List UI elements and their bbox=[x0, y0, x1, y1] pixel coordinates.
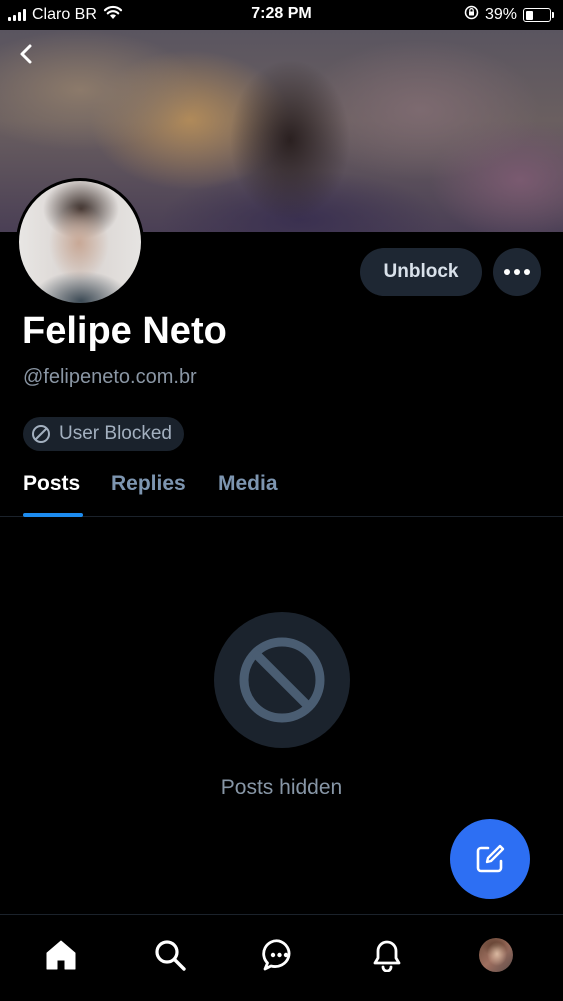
compose-icon bbox=[476, 844, 505, 873]
bottom-navigation bbox=[0, 914, 563, 1001]
tab-media[interactable]: Media bbox=[218, 472, 278, 496]
display-name: Felipe Neto bbox=[22, 310, 227, 352]
status-right: 39% bbox=[464, 5, 554, 25]
tab-replies[interactable]: Replies bbox=[111, 472, 186, 496]
profile-avatar[interactable] bbox=[16, 178, 144, 306]
nav-home[interactable] bbox=[41, 935, 81, 975]
chat-icon bbox=[262, 939, 291, 971]
nav-profile[interactable] bbox=[476, 935, 516, 975]
user-blocked-badge: User Blocked bbox=[23, 417, 184, 451]
search-icon bbox=[155, 940, 186, 971]
posts-hidden-icon-container bbox=[214, 612, 350, 748]
block-icon bbox=[239, 637, 325, 723]
unblock-button[interactable]: Unblock bbox=[360, 248, 482, 296]
battery-icon bbox=[523, 8, 554, 22]
home-icon bbox=[46, 940, 76, 970]
chevron-left-icon bbox=[20, 44, 32, 64]
ellipsis-icon bbox=[504, 269, 530, 275]
blocked-badge-label: User Blocked bbox=[59, 423, 172, 444]
back-button[interactable] bbox=[10, 38, 42, 70]
nav-chat[interactable] bbox=[259, 935, 299, 975]
battery-fill bbox=[525, 10, 534, 20]
compose-button[interactable] bbox=[450, 819, 530, 899]
profile-tabs: Posts Replies Media bbox=[0, 466, 563, 517]
profile-avatar bbox=[479, 938, 513, 972]
battery-percent: 39% bbox=[484, 6, 517, 23]
posts-hidden-text: Posts hidden bbox=[220, 776, 343, 799]
status-bar: Claro BR 7:28 PM 39% bbox=[0, 0, 563, 30]
tab-posts[interactable]: Posts bbox=[23, 472, 80, 496]
notifications-icon bbox=[373, 940, 401, 972]
nav-notifications[interactable] bbox=[367, 935, 407, 975]
rotation-lock-icon bbox=[464, 5, 479, 25]
user-handle: @felipeneto.com.br bbox=[23, 366, 197, 388]
more-options-button[interactable] bbox=[493, 248, 541, 296]
active-tab-indicator bbox=[23, 513, 83, 517]
nav-search[interactable] bbox=[150, 935, 190, 975]
block-icon bbox=[32, 425, 50, 443]
